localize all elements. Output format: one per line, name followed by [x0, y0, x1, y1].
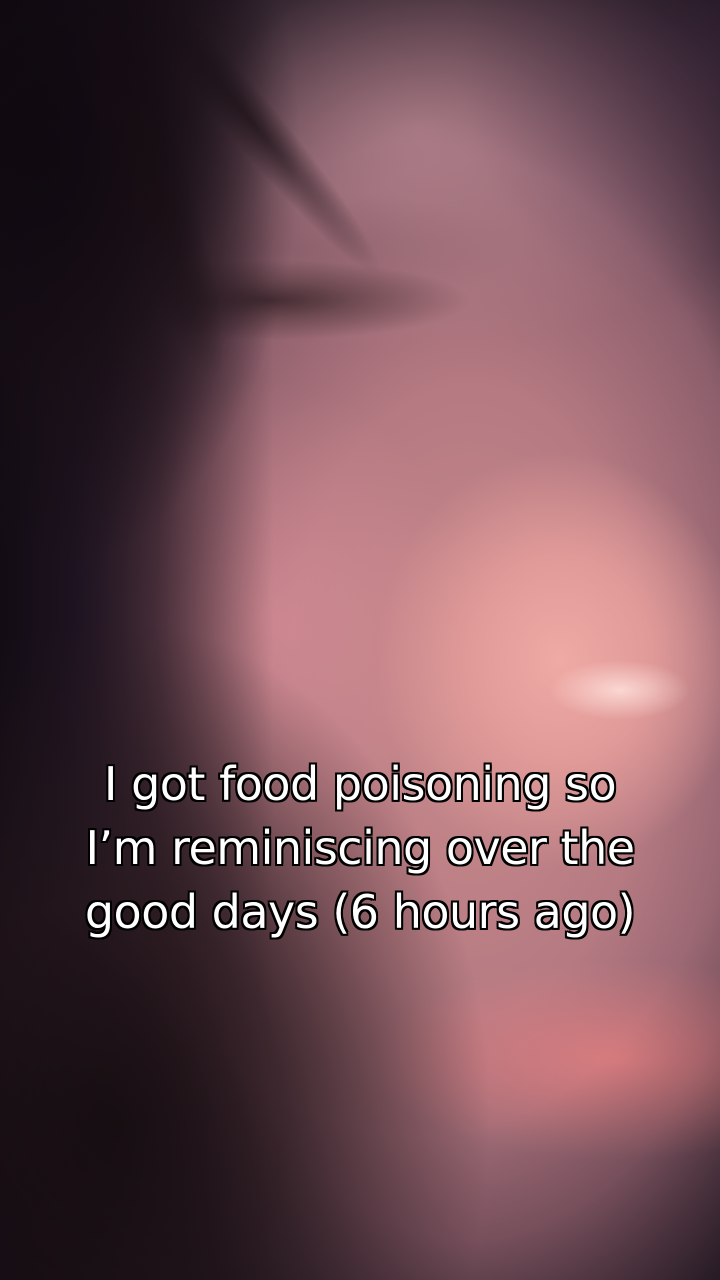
- vignette: [0, 0, 720, 1280]
- video-frame: I got food poisoning so I’m reminiscing …: [0, 0, 720, 1280]
- caption-line-1: I got food poisoning so: [103, 757, 617, 811]
- caption-line-3: good days (6 hours ago): [84, 885, 636, 939]
- caption-line-2: I’m reminiscing over the: [85, 821, 635, 875]
- video-caption: I got food poisoning so I’m reminiscing …: [0, 752, 720, 944]
